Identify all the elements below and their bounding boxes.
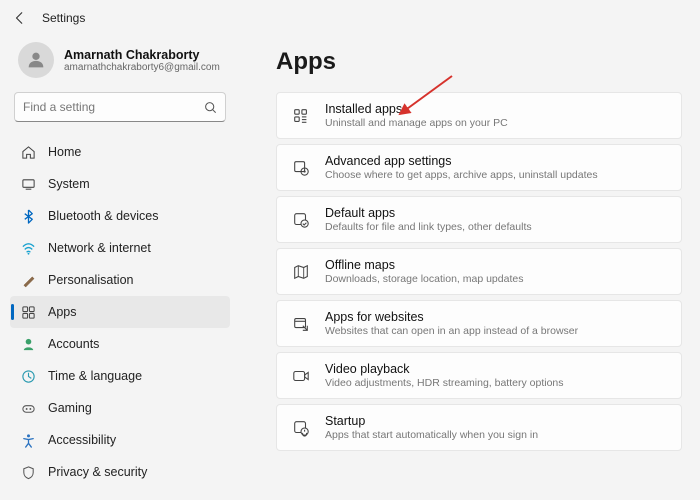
person-icon xyxy=(25,49,47,71)
startup-icon xyxy=(291,418,311,438)
card-offline-maps[interactable]: Offline maps Downloads, storage location… xyxy=(276,248,682,295)
sidebar-item-label: Privacy & security xyxy=(48,465,147,479)
sidebar-item-network[interactable]: Network & internet xyxy=(10,232,230,264)
sidebar-item-label: Bluetooth & devices xyxy=(48,209,159,223)
sidebar-item-label: Network & internet xyxy=(48,241,151,255)
installed-apps-icon xyxy=(291,106,311,126)
bluetooth-icon xyxy=(20,208,36,224)
sidebar-item-label: Accessibility xyxy=(48,433,116,447)
card-title: Apps for websites xyxy=(325,310,578,324)
sidebar-item-label: System xyxy=(48,177,90,191)
accessibility-icon xyxy=(20,432,36,448)
card-desc: Defaults for file and link types, other … xyxy=(325,221,532,233)
card-desc: Video adjustments, HDR streaming, batter… xyxy=(325,377,564,389)
advanced-settings-icon xyxy=(291,158,311,178)
card-advanced-app-settings[interactable]: Advanced app settings Choose where to ge… xyxy=(276,144,682,191)
profile-email: amarnathchakraborty6@gmail.com xyxy=(64,62,220,73)
sidebar-item-system[interactable]: System xyxy=(10,168,230,200)
wifi-icon xyxy=(20,240,36,256)
sidebar-item-accessibility[interactable]: Accessibility xyxy=(10,424,230,456)
card-desc: Downloads, storage location, map updates xyxy=(325,273,523,285)
sidebar-item-personalisation[interactable]: Personalisation xyxy=(10,264,230,296)
sidebar: Amarnath Chakraborty amarnathchakraborty… xyxy=(0,36,240,500)
nav-list: Home System Bluetooth & devices Network … xyxy=(10,136,230,488)
accounts-icon xyxy=(20,336,36,352)
apps-icon xyxy=(20,304,36,320)
sidebar-item-time[interactable]: Time & language xyxy=(10,360,230,392)
card-title: Offline maps xyxy=(325,258,523,272)
paintbrush-icon xyxy=(20,272,36,288)
settings-cards: Installed apps Uninstall and manage apps… xyxy=(276,92,682,451)
sidebar-item-accounts[interactable]: Accounts xyxy=(10,328,230,360)
card-title: Default apps xyxy=(325,206,532,220)
sidebar-item-label: Apps xyxy=(48,305,77,319)
search-box[interactable] xyxy=(14,92,226,122)
profile-text: Amarnath Chakraborty amarnathchakraborty… xyxy=(64,48,220,73)
card-startup[interactable]: Startup Apps that start automatically wh… xyxy=(276,404,682,451)
sidebar-item-label: Home xyxy=(48,145,81,159)
search-input[interactable] xyxy=(23,100,203,114)
system-icon xyxy=(20,176,36,192)
card-default-apps[interactable]: Default apps Defaults for file and link … xyxy=(276,196,682,243)
card-text: Default apps Defaults for file and link … xyxy=(325,206,532,233)
card-desc: Uninstall and manage apps on your PC xyxy=(325,117,508,129)
card-desc: Choose where to get apps, archive apps, … xyxy=(325,169,598,181)
card-title: Video playback xyxy=(325,362,564,376)
shield-icon xyxy=(20,464,36,480)
main-panel: Apps Installed apps Uninstall and manage… xyxy=(240,36,700,500)
back-button[interactable] xyxy=(12,10,28,26)
search-icon xyxy=(203,100,217,114)
card-title: Advanced app settings xyxy=(325,154,598,168)
page-title: Apps xyxy=(276,48,682,76)
card-desc: Apps that start automatically when you s… xyxy=(325,429,538,441)
sidebar-item-label: Time & language xyxy=(48,369,142,383)
sidebar-item-apps[interactable]: Apps xyxy=(10,296,230,328)
video-icon xyxy=(291,366,311,386)
card-apps-for-websites[interactable]: Apps for websites Websites that can open… xyxy=(276,300,682,347)
clock-globe-icon xyxy=(20,368,36,384)
card-text: Advanced app settings Choose where to ge… xyxy=(325,154,598,181)
card-text: Offline maps Downloads, storage location… xyxy=(325,258,523,285)
card-desc: Websites that can open in an app instead… xyxy=(325,325,578,337)
sidebar-item-home[interactable]: Home xyxy=(10,136,230,168)
card-text: Video playback Video adjustments, HDR st… xyxy=(325,362,564,389)
card-installed-apps[interactable]: Installed apps Uninstall and manage apps… xyxy=(276,92,682,139)
avatar xyxy=(18,42,54,78)
window-title: Settings xyxy=(42,11,85,25)
home-icon xyxy=(20,144,36,160)
sidebar-item-gaming[interactable]: Gaming xyxy=(10,392,230,424)
card-text: Startup Apps that start automatically wh… xyxy=(325,414,538,441)
sidebar-item-privacy[interactable]: Privacy & security xyxy=(10,456,230,488)
card-text: Apps for websites Websites that can open… xyxy=(325,310,578,337)
arrow-left-icon xyxy=(13,11,27,25)
card-text: Installed apps Uninstall and manage apps… xyxy=(325,102,508,129)
map-icon xyxy=(291,262,311,282)
titlebar: Settings xyxy=(0,0,700,36)
sidebar-item-label: Personalisation xyxy=(48,273,133,287)
card-title: Startup xyxy=(325,414,538,428)
sidebar-item-label: Accounts xyxy=(48,337,99,351)
default-apps-icon xyxy=(291,210,311,230)
apps-websites-icon xyxy=(291,314,311,334)
settings-window: Settings Amarnath Chakraborty amarnathch… xyxy=(0,0,700,500)
gaming-icon xyxy=(20,400,36,416)
sidebar-item-bluetooth[interactable]: Bluetooth & devices xyxy=(10,200,230,232)
card-title: Installed apps xyxy=(325,102,508,116)
profile-block[interactable]: Amarnath Chakraborty amarnathchakraborty… xyxy=(10,36,230,92)
profile-name: Amarnath Chakraborty xyxy=(64,48,220,62)
card-video-playback[interactable]: Video playback Video adjustments, HDR st… xyxy=(276,352,682,399)
sidebar-item-label: Gaming xyxy=(48,401,92,415)
content-area: Amarnath Chakraborty amarnathchakraborty… xyxy=(0,36,700,500)
